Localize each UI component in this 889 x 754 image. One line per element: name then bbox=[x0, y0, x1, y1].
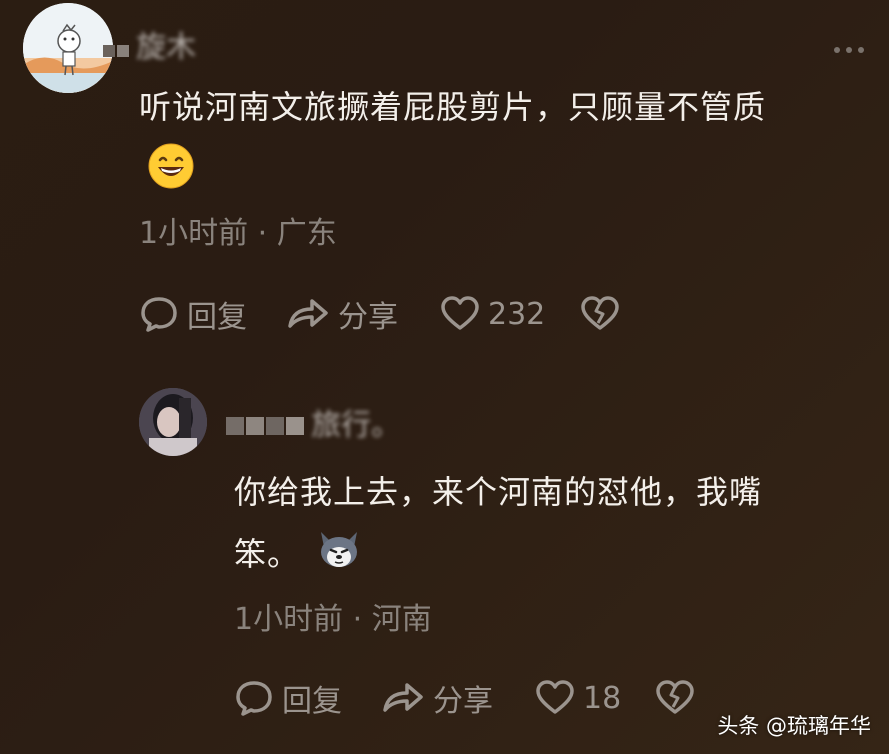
reply-text-line: 你给我上去，来个河南的怼他，我嘴 bbox=[234, 473, 763, 511]
reply-meta: 1小时前 · 河南 bbox=[234, 594, 432, 638]
reply-text: 你给我上去，来个河南的怼他，我嘴 bbox=[234, 465, 762, 519]
location: 河南 bbox=[371, 602, 432, 637]
heart-icon bbox=[441, 296, 479, 330]
username-text: 旅行。 bbox=[311, 408, 402, 443]
more-options-icon[interactable] bbox=[831, 38, 871, 53]
reply-button[interactable]: 回复 bbox=[139, 292, 247, 336]
location: 广东 bbox=[276, 216, 337, 251]
reply-label: 回复 bbox=[282, 684, 342, 719]
like-button[interactable]: 18 bbox=[535, 676, 621, 720]
share-label: 分享 bbox=[433, 684, 493, 719]
share-arrow-icon bbox=[383, 683, 423, 712]
replier-name[interactable]: 旅行。 bbox=[226, 400, 401, 444]
timestamp: 1小时前 bbox=[139, 216, 249, 251]
username-text: 旋木 bbox=[136, 30, 197, 65]
comment-bubble-icon bbox=[141, 297, 177, 332]
share-label: 分享 bbox=[338, 300, 398, 335]
share-button[interactable]: 分享 bbox=[286, 292, 398, 336]
meta-separator: · bbox=[257, 216, 268, 251]
reply-button[interactable]: 回复 bbox=[234, 676, 342, 720]
commenter-avatar[interactable] bbox=[23, 3, 113, 93]
heart-icon bbox=[536, 680, 574, 714]
like-count: 232 bbox=[488, 296, 546, 332]
grinning-face-emoji-icon bbox=[148, 143, 194, 193]
like-button[interactable]: 232 bbox=[440, 292, 545, 336]
broken-heart-icon bbox=[581, 296, 619, 330]
dislike-button[interactable] bbox=[655, 676, 703, 720]
commenter-name[interactable]: 旋木 bbox=[103, 22, 196, 66]
comment-text: 听说河南文旅撅着屁股剪片，只顾量不管质 bbox=[139, 80, 766, 134]
comment-bubble-icon bbox=[236, 681, 272, 716]
dislike-button[interactable] bbox=[580, 292, 628, 336]
reply-text-second-line: 笨。 bbox=[234, 527, 300, 581]
comment-meta: 1小时前 · 广东 bbox=[139, 208, 337, 252]
reply-label: 回复 bbox=[187, 300, 247, 335]
watermark: 头条 @琉璃年华 bbox=[717, 714, 871, 738]
replier-avatar[interactable] bbox=[139, 388, 207, 456]
like-count: 18 bbox=[583, 680, 622, 716]
meta-separator: · bbox=[352, 602, 363, 637]
timestamp: 1小时前 bbox=[234, 602, 344, 637]
broken-heart-icon bbox=[656, 680, 694, 714]
husky-dog-emoji-icon bbox=[317, 528, 361, 574]
share-button[interactable]: 分享 bbox=[381, 676, 493, 720]
reply-text-line: 笨。 bbox=[234, 535, 301, 573]
share-arrow-icon bbox=[288, 299, 328, 328]
comment-text-line: 听说河南文旅撅着屁股剪片，只顾量不管质 bbox=[139, 88, 767, 126]
